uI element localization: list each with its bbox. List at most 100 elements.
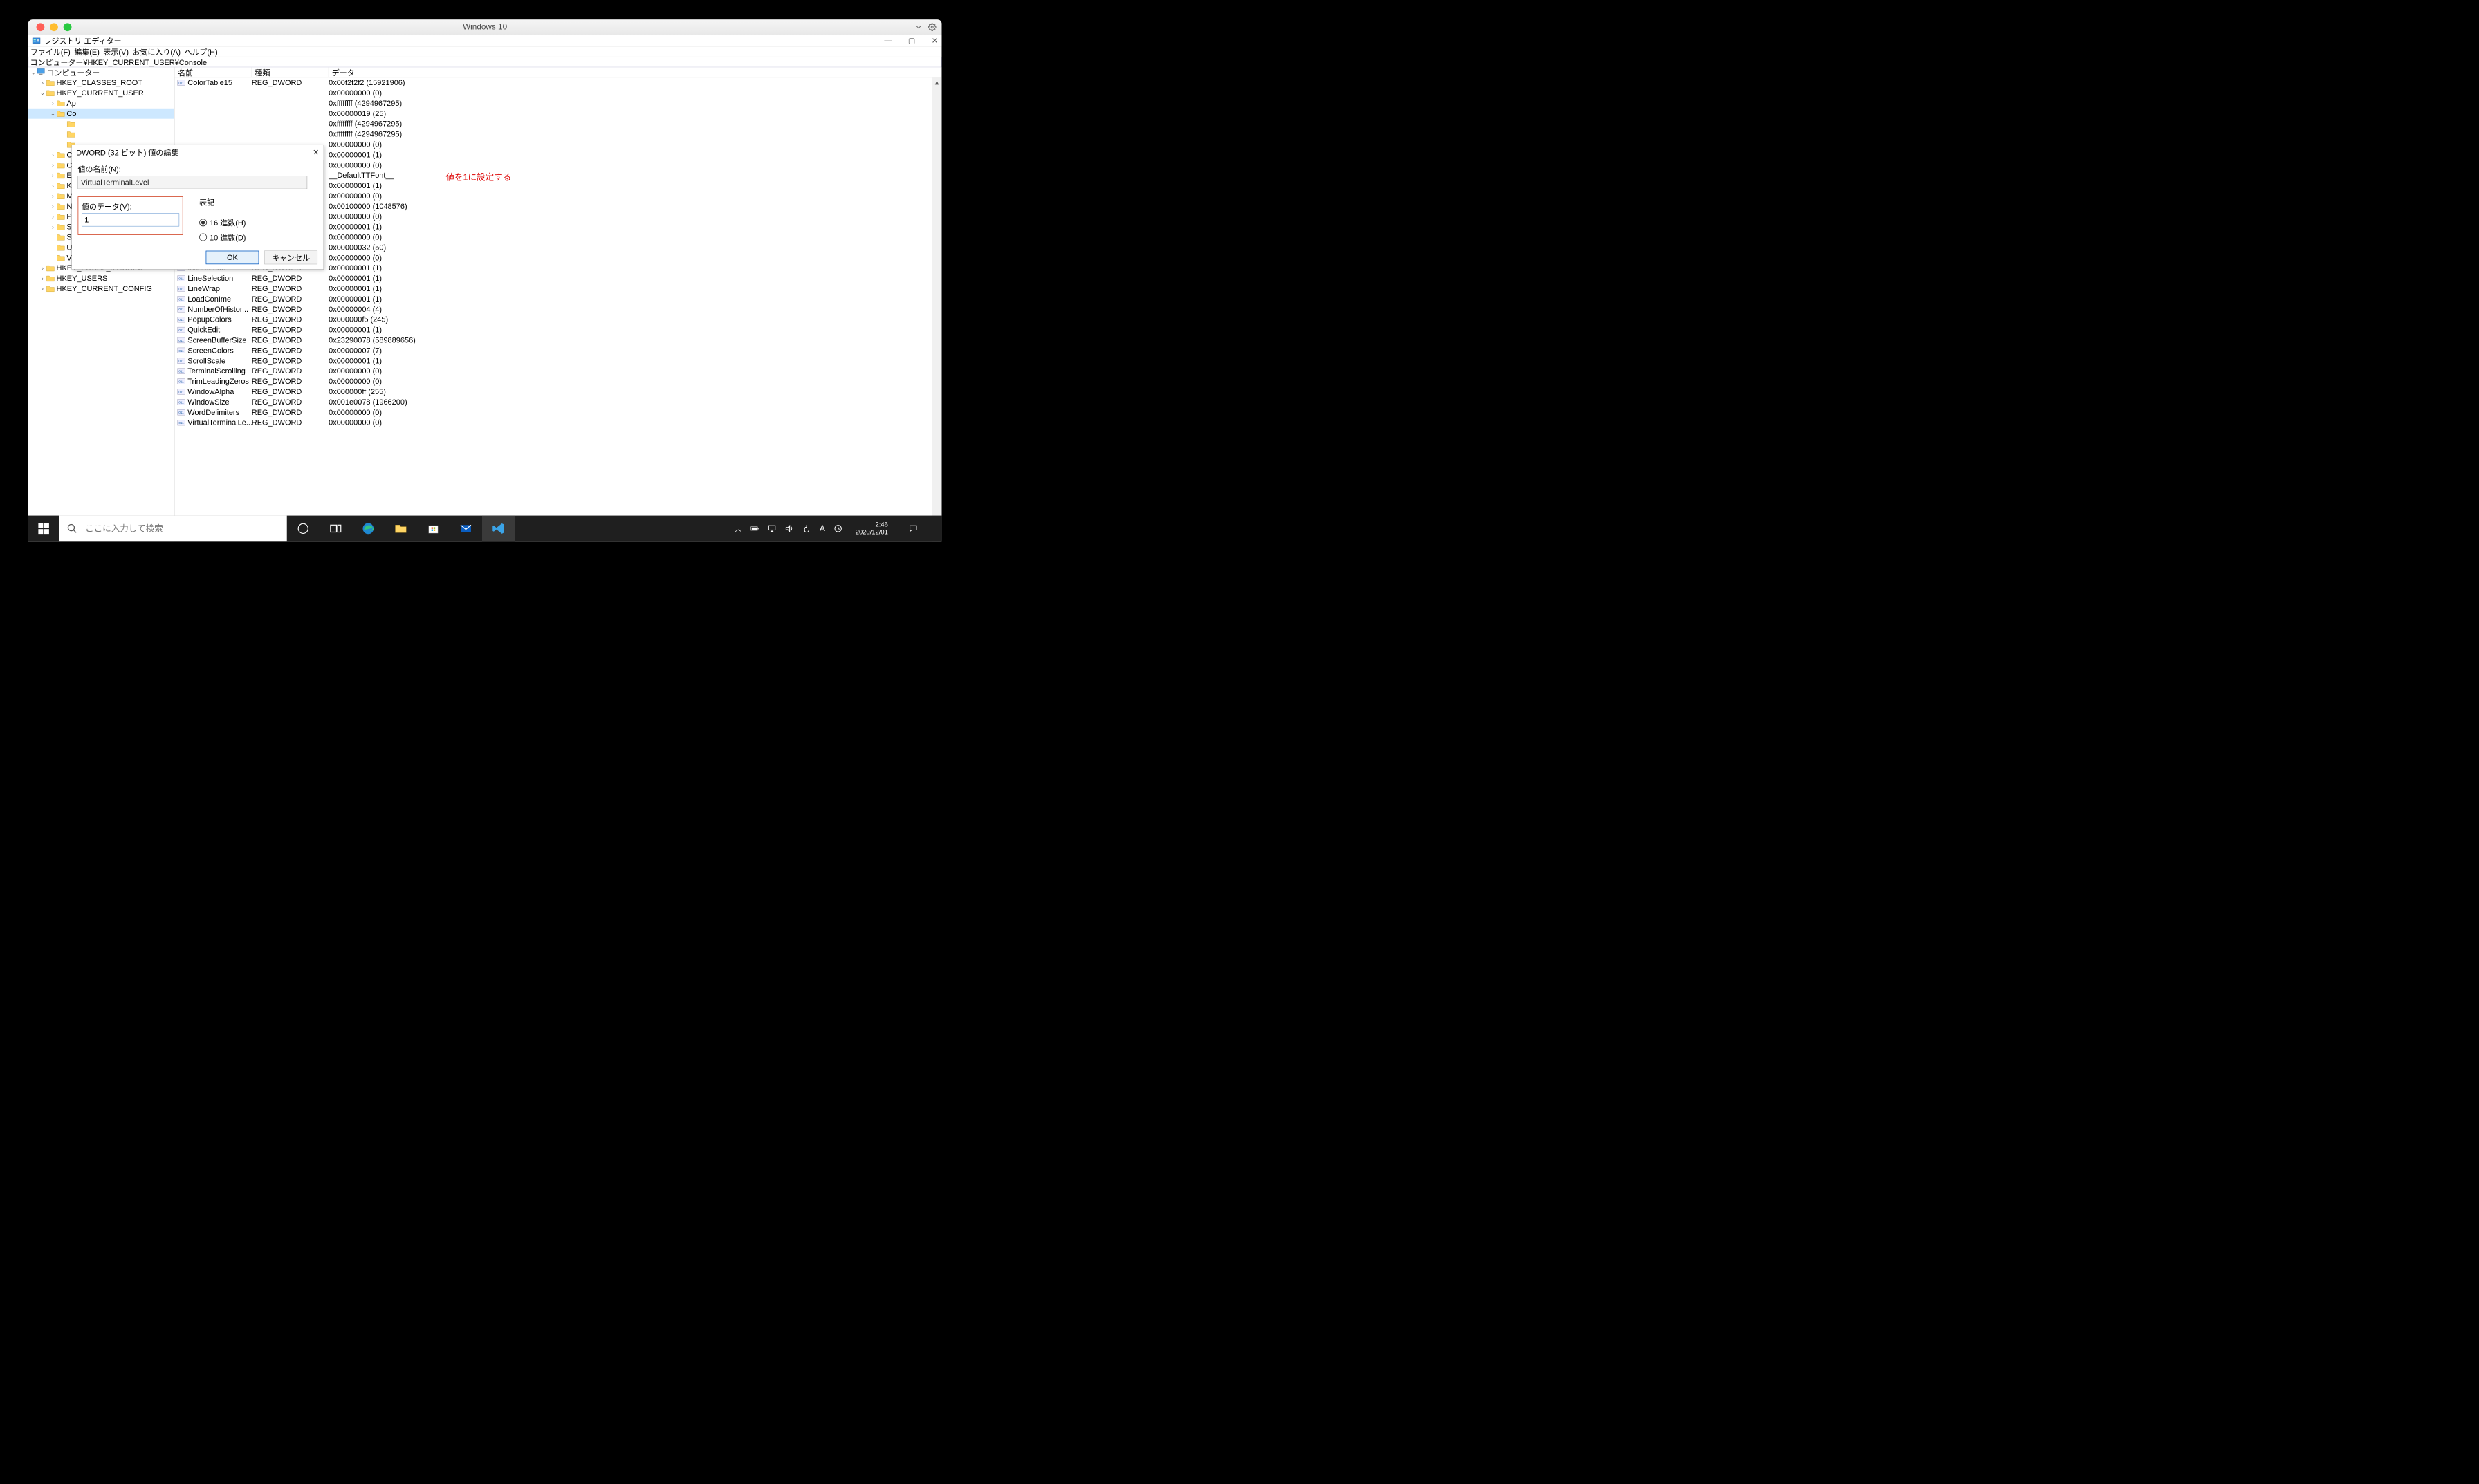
- expand-icon[interactable]: ⌄: [30, 69, 37, 76]
- list-item[interactable]: 011ScreenBufferSizeREG_DWORD0x23290078 (…: [174, 335, 941, 346]
- explorer-icon[interactable]: [385, 516, 417, 542]
- start-button[interactable]: [28, 516, 59, 542]
- list-item[interactable]: 0x00000019 (25): [174, 109, 941, 119]
- dialog-close-icon[interactable]: ✕: [313, 148, 319, 157]
- list-item[interactable]: 011LoadConImeREG_DWORD0x00000001 (1): [174, 294, 941, 304]
- col-name[interactable]: 名前: [174, 67, 251, 77]
- list-item[interactable]: 011PopupColorsREG_DWORD0x000000f5 (245): [174, 315, 941, 325]
- radix-dec-radio[interactable]: 10 進数(D): [199, 232, 246, 243]
- ime-indicator-icon[interactable]: [802, 524, 811, 533]
- zoom-icon[interactable]: [64, 23, 72, 31]
- registry-tree[interactable]: ⌄ コンピューター › HKEY_CLASSES_ROOT ⌄ HKEY_CUR…: [28, 67, 175, 541]
- list-item[interactable]: 0xffffffff (4294967295): [174, 119, 941, 129]
- tree-hive[interactable]: HKEY_CURRENT_CONFIG: [57, 284, 152, 293]
- expand-icon[interactable]: ⌄: [39, 89, 46, 96]
- col-type[interactable]: 種類: [252, 67, 329, 77]
- radio-off-icon: [199, 234, 207, 241]
- list-item[interactable]: 0xffffffff (4294967295): [174, 98, 941, 109]
- taskbar-clock[interactable]: 2:46 2020/12/01: [851, 521, 892, 536]
- list-item[interactable]: 011VirtualTerminalLe...REG_DWORD0x000000…: [174, 418, 941, 428]
- list-item[interactable]: 011TrimLeadingZerosREG_DWORD0x00000000 (…: [174, 376, 941, 387]
- menu-favorites[interactable]: お気に入り(A): [132, 46, 181, 57]
- folder-icon: [46, 79, 55, 86]
- expand-icon[interactable]: ⌄: [49, 110, 56, 117]
- volume-icon[interactable]: [785, 524, 794, 533]
- menu-help[interactable]: ヘルプ(H): [184, 46, 217, 57]
- expand-icon[interactable]: ›: [39, 79, 46, 86]
- regedit-address-bar[interactable]: コンピューター¥HKEY_CURRENT_USER¥Console: [28, 57, 942, 67]
- value-data-field[interactable]: [82, 214, 179, 227]
- minimize-button[interactable]: —: [884, 36, 892, 45]
- cancel-button[interactable]: キャンセル: [264, 251, 317, 265]
- tree-hive[interactable]: HKEY_CURRENT_USER: [57, 89, 144, 98]
- tree-root[interactable]: コンピューター: [46, 67, 100, 77]
- expand-icon[interactable]: ›: [49, 182, 56, 189]
- list-item[interactable]: 011ScrollScaleREG_DWORD0x00000001 (1): [174, 355, 941, 366]
- close-button[interactable]: ✕: [932, 36, 938, 45]
- list-item[interactable]: 011ColorTable15REG_DWORD0x00f2f2f2 (1592…: [174, 77, 941, 88]
- maximize-button[interactable]: ▢: [908, 36, 915, 45]
- list-item[interactable]: 011LineSelectionREG_DWORD0x00000001 (1): [174, 273, 941, 284]
- svg-text:011: 011: [178, 349, 184, 353]
- expand-icon[interactable]: ›: [49, 172, 56, 179]
- expand-icon[interactable]: ›: [49, 213, 56, 220]
- radix-hex-radio[interactable]: 16 進数(H): [199, 217, 246, 228]
- ime-mode[interactable]: A: [820, 524, 825, 533]
- vscode-icon[interactable]: [482, 516, 515, 542]
- clock-date: 2020/12/01: [856, 528, 888, 536]
- menu-view[interactable]: 表示(V): [103, 46, 129, 57]
- expand-icon[interactable]: ›: [39, 265, 46, 272]
- list-vscrollbar[interactable]: ▴ ▾: [932, 77, 941, 541]
- expand-icon[interactable]: ›: [49, 100, 56, 106]
- network-icon[interactable]: [768, 524, 777, 533]
- close-icon[interactable]: [37, 23, 45, 31]
- show-desktop-button[interactable]: [934, 516, 937, 542]
- action-center-icon[interactable]: [901, 524, 925, 533]
- edge-icon[interactable]: [352, 516, 385, 542]
- menu-file[interactable]: ファイル(F): [30, 46, 71, 57]
- expand-icon[interactable]: ›: [39, 275, 46, 281]
- mail-icon[interactable]: [450, 516, 482, 542]
- list-item[interactable]: 0x00000000 (0): [174, 88, 941, 98]
- expand-icon[interactable]: ›: [49, 203, 56, 210]
- expand-icon[interactable]: ›: [49, 192, 56, 199]
- store-icon[interactable]: [417, 516, 450, 542]
- expand-icon[interactable]: ›: [49, 162, 56, 169]
- tree-item[interactable]: ›Ap: [28, 98, 174, 109]
- regedit-icon: [32, 36, 41, 45]
- ime-settings-icon[interactable]: [833, 524, 842, 533]
- col-data[interactable]: データ: [329, 67, 941, 77]
- expand-icon[interactable]: ›: [39, 285, 46, 292]
- value-name-field[interactable]: [78, 176, 308, 189]
- list-item[interactable]: 011WindowSizeREG_DWORD0x001e0078 (196620…: [174, 397, 941, 407]
- tree-item[interactable]: [28, 129, 174, 140]
- list-item[interactable]: 0xffffffff (4294967295): [174, 129, 941, 140]
- list-item[interactable]: 011TerminalScrollingREG_DWORD0x00000000 …: [174, 366, 941, 376]
- search-input[interactable]: [85, 523, 279, 534]
- taskbar-search[interactable]: [59, 516, 286, 542]
- tray-chevron-icon[interactable]: ︿: [735, 524, 741, 534]
- tree-hive[interactable]: HKEY_USERS: [57, 274, 108, 283]
- cortana-icon[interactable]: [287, 516, 320, 542]
- expand-icon[interactable]: ›: [49, 151, 56, 158]
- gear-icon[interactable]: [928, 23, 937, 31]
- list-item[interactable]: 011WordDelimitersREG_DWORD0x00000000 (0): [174, 407, 941, 418]
- list-item[interactable]: 011WindowAlphaREG_DWORD0x000000ff (255): [174, 387, 941, 397]
- chevron-down-icon[interactable]: [914, 23, 923, 31]
- scroll-up-icon[interactable]: ▴: [932, 77, 942, 84]
- battery-icon[interactable]: [750, 524, 759, 533]
- tree-hive[interactable]: HKEY_CLASSES_ROOT: [57, 78, 142, 87]
- expand-icon[interactable]: ›: [49, 223, 56, 230]
- tree-item[interactable]: ⌄Co: [28, 109, 174, 119]
- radix-label: 表記: [199, 196, 246, 207]
- folder-icon: [57, 162, 66, 169]
- task-view-icon[interactable]: [320, 516, 352, 542]
- ok-button[interactable]: OK: [206, 251, 259, 265]
- list-item[interactable]: 011ScreenColorsREG_DWORD0x00000007 (7): [174, 345, 941, 355]
- menu-edit[interactable]: 編集(E): [74, 46, 100, 57]
- minimize-icon[interactable]: [50, 23, 58, 31]
- tree-item[interactable]: [28, 119, 174, 129]
- list-item[interactable]: 011NumberOfHistor...REG_DWORD0x00000004 …: [174, 304, 941, 315]
- list-item[interactable]: 011QuickEditREG_DWORD0x00000001 (1): [174, 325, 941, 335]
- list-item[interactable]: 011LineWrapREG_DWORD0x00000001 (1): [174, 284, 941, 294]
